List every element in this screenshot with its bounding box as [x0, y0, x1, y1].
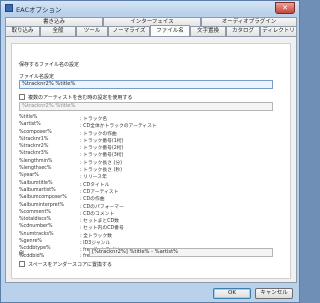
- placeholder-description: : セット内のCD番号: [80, 226, 124, 232]
- placeholder-description: : CDタイトル: [80, 182, 110, 188]
- placeholder-description: : トラック番号(1桁): [80, 138, 124, 144]
- placeholder-key: %title%: [19, 115, 38, 120]
- placeholder-key: %cdnumber%: [19, 224, 53, 230]
- placeholder-key: %albumartist%: [19, 187, 56, 193]
- naming-scheme-label: ファイル名設定: [19, 74, 55, 80]
- various-artists-input[interactable]: %tracknr2% %title%: [19, 102, 273, 111]
- placeholder-description: : CDのパフォーマー: [80, 204, 124, 210]
- section-title: 保存するファイル名の設定: [19, 62, 80, 68]
- placeholder-row: %composer% : トラックの作曲: [19, 130, 269, 137]
- placeholder-key: %artist%: [19, 122, 41, 128]
- tab-audio-plugins[interactable]: オーディオプラグイン: [201, 17, 297, 26]
- placeholder-key: %tracknr2%: [19, 144, 49, 150]
- placeholder-key: %year%: [19, 173, 39, 179]
- tab-directories[interactable]: ディレクトリ: [260, 26, 297, 36]
- placeholder-row: %lengthsec% : トラック長さ (秒): [19, 166, 269, 173]
- placeholder-row: %lengthmin% : トラック長さ (分): [19, 159, 269, 166]
- placeholder-row: %totaldiscs% : セットまとCD数: [19, 217, 269, 224]
- placeholder-key: %numtracks%: [19, 231, 54, 237]
- placeholder-key: %totaldiscs%: [19, 217, 52, 223]
- cancel-button[interactable]: キャンセル: [255, 288, 293, 299]
- tab-row-bottom: 取り込み 全般 ツール ノーマライズ ファイル名 文字置換 カタログ ディレクト…: [5, 25, 297, 36]
- replace-spaces-label: スペースをアンダースコアに置換する: [28, 262, 112, 268]
- placeholder-description: : CD全体かトラックのアーティスト: [80, 124, 157, 130]
- tab-general[interactable]: 全般: [40, 26, 76, 36]
- close-button[interactable]: ✕: [275, 2, 295, 14]
- placeholder-row: %tracknr1% : トラック番号(1桁): [19, 137, 269, 144]
- placeholder-row: %year% : リリース年: [19, 173, 269, 180]
- placeholder-key: %lengthsec%: [19, 166, 52, 172]
- placeholder-key: %comment%: [19, 209, 51, 215]
- tab-character-replacement[interactable]: 文字置換: [190, 26, 226, 36]
- placeholder-row: %title% : トラック名: [19, 115, 269, 122]
- various-artists-checkbox[interactable]: [19, 94, 25, 100]
- placeholder-list: %title% : トラック名 %artist% : CD全体かトラックのアーティスト…: [19, 115, 269, 261]
- tab-catalog[interactable]: カタログ: [226, 26, 260, 36]
- placeholder-key: %albuminterpret%: [19, 202, 65, 208]
- placeholder-description: : トラックの作曲: [80, 131, 117, 137]
- placeholder-row: %cdnumber% : セット内のCD番号: [19, 224, 269, 231]
- placeholder-description: : ID3ジャンル: [80, 241, 111, 247]
- placeholder-row: %comment% : CDのコメント: [19, 210, 269, 217]
- placeholder-key: %lengthmin%: [19, 158, 53, 164]
- tab-normalize[interactable]: ノーマライズ: [108, 26, 150, 36]
- placeholder-description: : 全トラック数: [80, 233, 112, 239]
- placeholder-key: %tracknr1%: [19, 136, 49, 142]
- placeholder-description: : CDアーティスト: [80, 189, 119, 195]
- naming-scheme-input[interactable]: %tracknr2% %title%: [19, 80, 273, 89]
- placeholder-description: : トラック長さ (秒): [80, 168, 122, 174]
- placeholder-row: %artist% : CD全体かトラックのアーティスト: [19, 122, 269, 129]
- placeholder-key: %albumtitle%: [19, 180, 53, 186]
- placeholder-description: : CDの作曲: [80, 197, 105, 203]
- placeholder-row: %genre% : ID3ジャンル: [19, 239, 269, 246]
- placeholder-description: : トラック長さ (分): [80, 160, 122, 166]
- app-icon: [5, 4, 13, 12]
- tab-tools[interactable]: ツール: [76, 26, 108, 36]
- placeholder-description: : CDのコメント: [80, 211, 115, 217]
- tab-filename[interactable]: ファイル名: [150, 25, 190, 36]
- placeholder-row: %albumcomposer% : CDの作曲: [19, 195, 269, 202]
- placeholder-row: %tracknr3% : トラック番号(3桁): [19, 151, 269, 158]
- placeholder-key: %albumcomposer%: [19, 195, 67, 201]
- placeholder-description: : トラック名: [80, 117, 108, 122]
- example-output: [%tracknr2%] %title% - %artist%: [89, 248, 273, 257]
- placeholder-description: : セットまとCD数: [80, 219, 119, 225]
- window-title: EACオプション: [16, 6, 62, 14]
- placeholder-description: : リリース年: [80, 175, 107, 181]
- placeholder-key: %composer%: [19, 129, 52, 135]
- tab-writing[interactable]: 書き込み: [5, 17, 103, 26]
- example-label: 例: [19, 251, 25, 257]
- placeholder-row: %tracknr2% : トラック番号(2桁): [19, 144, 269, 151]
- options-window: EACオプション ✕ 書き込み インターフェイス オーディオプラグイン 取り込み…: [0, 0, 300, 303]
- placeholder-row: %numtracks% : 全トラック数: [19, 232, 269, 239]
- replace-spaces-checkbox[interactable]: [19, 261, 25, 267]
- placeholder-description: : トラック番号(2桁): [80, 146, 124, 152]
- title-bar[interactable]: EACオプション ✕: [1, 1, 299, 15]
- placeholder-row: %albuminterpret% : CDのパフォーマー: [19, 203, 269, 210]
- placeholder-key: %genre%: [19, 239, 42, 245]
- placeholder-row: %albumtitle% : CDタイトル: [19, 181, 269, 188]
- various-artists-label: 複数のアーティストを含む時の設定を使用する: [28, 95, 133, 101]
- tab-extraction[interactable]: 取り込み: [5, 26, 40, 36]
- ok-button[interactable]: OK: [213, 288, 251, 299]
- placeholder-description: : トラック番号(3桁): [80, 153, 124, 159]
- placeholder-key: %tracknr3%: [19, 151, 49, 157]
